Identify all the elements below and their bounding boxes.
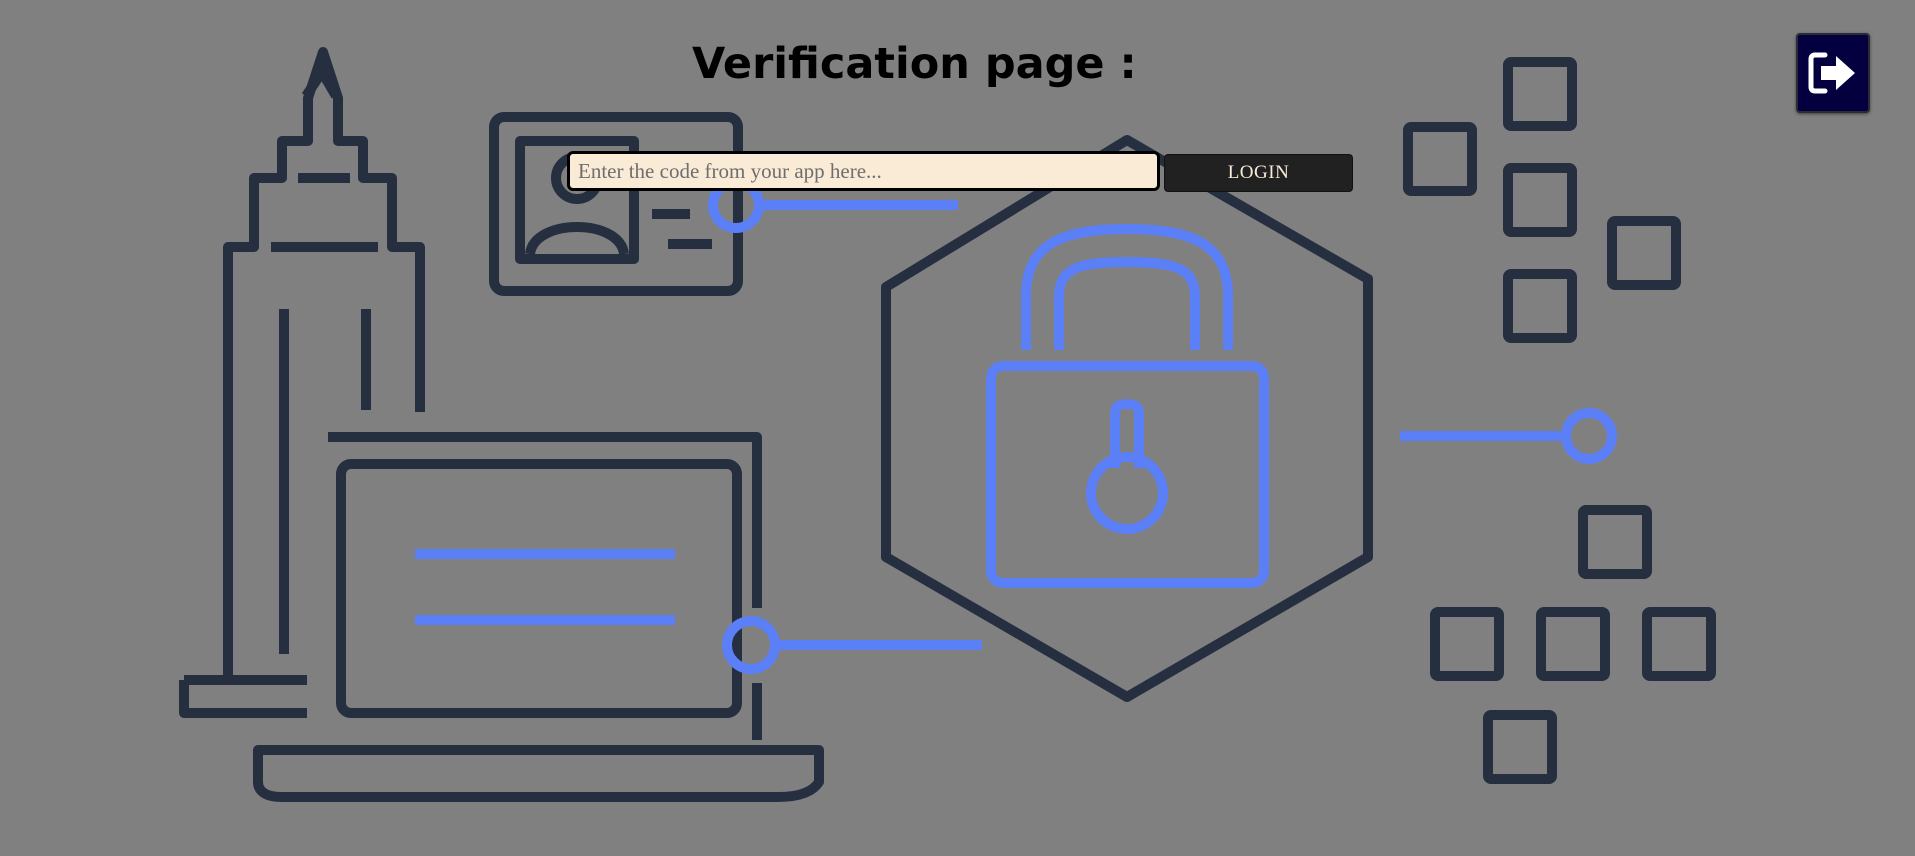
login-button[interactable]: LOGIN [1164, 154, 1353, 192]
id-card-icon [489, 112, 743, 296]
sign-out-icon [1807, 51, 1859, 95]
laptop-screen-lines [415, 549, 675, 625]
verification-page: Verification page : LOGIN [0, 0, 1915, 856]
connector-node-icon [708, 177, 1617, 674]
verification-code-input[interactable] [567, 151, 1160, 191]
skyscraper-icon [179, 47, 425, 718]
page-title: Verification page : [692, 39, 1137, 89]
security-illustration [179, 47, 1716, 802]
padlock-icon [986, 223, 1269, 588]
hexagon-shape [881, 135, 1373, 702]
square-grid-icon [1403, 57, 1716, 784]
logout-button[interactable] [1796, 33, 1870, 113]
